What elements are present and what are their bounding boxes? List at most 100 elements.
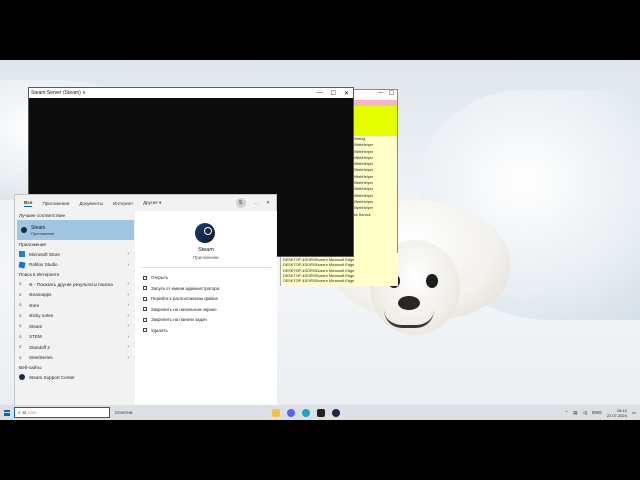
console-title: Steam Server (Steam) ∨ (31, 90, 86, 96)
list-item-microsoft-store[interactable]: Microsoft Store › (15, 249, 135, 260)
clock-date: 22.07.2024 (606, 412, 627, 418)
store-icon (19, 251, 25, 258)
search-results: Лучшее соответствие Steam Приложение При… (15, 211, 135, 407)
chevron-right-icon: › (127, 312, 129, 319)
action-pin-to-taskbar[interactable]: Закрепить на панели задач (143, 317, 207, 322)
discord-icon[interactable] (287, 408, 295, 417)
search-icon: ⌕ (19, 323, 22, 330)
list-item-web-search[interactable]: ⌕ Steam › (15, 321, 135, 332)
best-match-type: Приложение (31, 230, 55, 236)
web-search-heading: Поиск в Интернете (19, 272, 60, 277)
action-open[interactable]: Открыть (143, 275, 168, 280)
volume-icon[interactable]: ◁) (582, 410, 587, 416)
chevron-right-icon: › (127, 354, 129, 361)
notifications-icon[interactable]: ▭ (632, 410, 636, 416)
console-app-icon[interactable] (317, 408, 325, 417)
tab-documents[interactable]: Документы (79, 201, 103, 206)
web-search-list: ⌕ st - Показать другие результаты поиска ›… (15, 279, 135, 363)
search-icon: ⌕ (19, 312, 22, 319)
more-options-icon[interactable]: ··· (254, 201, 259, 206)
process-user-rows: DESKTOP-4SORV5\usern Microsoft Edge DESKT… (280, 253, 398, 286)
task-manager-titlebar: — ☐ (354, 90, 397, 100)
list-item-web-search[interactable]: ⌕ store › (15, 300, 135, 311)
network-icon[interactable]: ▤ (573, 410, 577, 416)
list-item-label: Steam (29, 323, 43, 329)
minimize-icon[interactable]: — (317, 90, 323, 97)
maximize-icon[interactable]: ☐ (389, 90, 394, 100)
taskbar-search-input[interactable]: ⌕ st eam (14, 407, 110, 418)
action-run-as-admin[interactable]: Запуск от имени администратора (143, 286, 219, 291)
list-item-web-search[interactable]: ⌕ st - Показать другие результаты поиска › (15, 279, 135, 290)
action-label: Удалить (151, 327, 168, 333)
tab-more[interactable]: Другие ▾ (143, 200, 161, 206)
search-tabs: Все Приложения Документы Интернет Другие… (15, 195, 276, 211)
start-button[interactable] (0, 405, 14, 420)
list-item-steam-support[interactable]: Steam Support Center (15, 372, 135, 383)
table-row[interactable]: DESKTOP-4SORV5\usern Microsoft Edge (283, 279, 398, 284)
minimize-icon[interactable]: — (378, 90, 384, 100)
highlight-row-lime (354, 106, 397, 136)
steam-taskbar-icon[interactable] (332, 408, 340, 417)
action-label: Закрепить на панели задач (151, 317, 207, 322)
tab-web[interactable]: Интернет (113, 201, 133, 206)
language-indicator[interactable]: ENG (592, 410, 602, 415)
chevron-right-icon: › (127, 344, 129, 351)
run-as-admin-icon (143, 286, 147, 290)
list-item-label: sticky notes (29, 313, 53, 319)
chevron-right-icon: › (127, 261, 129, 268)
tab-all[interactable]: Все (24, 200, 33, 207)
search-suggestion-text: eam (27, 410, 37, 415)
result-detail-pane: Steam Приложение Открыть Запуск от имени … (135, 211, 277, 407)
tab-apps[interactable]: Приложения (42, 201, 69, 206)
steam-icon (21, 227, 27, 233)
seal-nose (398, 296, 420, 310)
detail-subtitle: Приложение (193, 255, 219, 260)
list-item-web-search[interactable]: ⌕ STEM › (15, 332, 135, 343)
clock[interactable]: 19:12 22.07.2024 (607, 408, 627, 418)
avatar[interactable]: S (235, 198, 246, 208)
action-label: Перейти к расположению файла (151, 296, 218, 301)
list-item-label: store (29, 302, 40, 308)
news-widget-label[interactable]: Сплетни (115, 410, 132, 415)
search-icon: ⌕ (19, 344, 22, 351)
pin-to-taskbar-icon (143, 317, 147, 322)
list-item-web-search[interactable]: ⌕ SteelSeries › (15, 353, 135, 364)
chevron-right-icon: › (127, 251, 129, 258)
list-item-label: st - Показать другие результаты поиска (29, 281, 113, 287)
search-typed-text: st (22, 410, 26, 415)
action-open-file-location[interactable]: Перейти к расположению файла (143, 296, 218, 301)
search-icon: ⌕ (19, 302, 22, 309)
chevron-right-icon: › (127, 302, 129, 309)
action-pin-to-start[interactable]: Закрепить на начальном экране (143, 307, 217, 312)
chevron-right-icon: › (127, 281, 129, 288)
steam-icon (19, 374, 25, 381)
process-row[interactable]: ke Service (354, 212, 397, 218)
taskbar-pinned-apps (272, 408, 340, 417)
list-item-web-search[interactable]: ⌕ sticky notes › (15, 311, 135, 322)
uninstall-icon (143, 328, 147, 332)
search-icon: ⌕ (19, 291, 22, 298)
edge-icon[interactable] (302, 408, 310, 417)
action-label: Закрепить на начальном экране (151, 306, 217, 312)
file-explorer-icon[interactable] (272, 408, 280, 417)
chevron-right-icon: › (127, 323, 129, 330)
close-icon[interactable]: ✕ (266, 200, 270, 206)
best-match-steam[interactable]: Steam Приложение (17, 220, 134, 240)
maximize-icon[interactable]: ☐ (331, 90, 336, 97)
close-icon[interactable]: ✕ (344, 90, 349, 97)
action-uninstall[interactable]: Удалить (143, 328, 168, 333)
chevron-right-icon: › (127, 291, 129, 298)
steam-logo-icon (195, 223, 215, 243)
console-titlebar: Steam Server (Steam) ∨ — ☐ ✕ (29, 88, 353, 98)
search-panel: Все Приложения Документы Интернет Другие… (14, 194, 277, 407)
list-item-label: Roblox Studio (29, 262, 58, 268)
search-icon: ⌕ (19, 333, 22, 340)
divider (141, 267, 271, 268)
list-item-roblox-studio[interactable]: Roblox Studio › (15, 260, 135, 271)
search-icon: ⌕ (19, 281, 22, 288)
list-item-web-search[interactable]: ⌕ steamapps › (15, 290, 135, 301)
tray-chevron-icon[interactable]: ⌃ (565, 410, 569, 416)
list-item-web-search[interactable]: ⌕ Standoff 2 › (15, 342, 135, 353)
open-icon (143, 275, 147, 280)
chevron-right-icon: › (127, 333, 129, 340)
